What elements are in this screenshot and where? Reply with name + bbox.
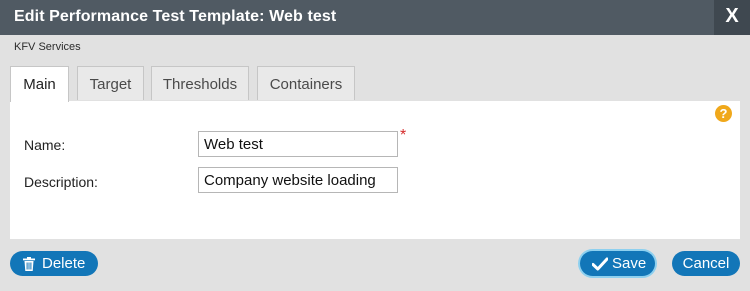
close-button[interactable]: X [714, 0, 750, 35]
tab-main[interactable]: Main [10, 66, 69, 102]
dialog-title: Edit Performance Test Template: Web test [14, 8, 337, 25]
delete-button[interactable]: Delete [10, 251, 98, 276]
tab-target[interactable]: Target [77, 66, 144, 100]
save-label: Save [612, 255, 647, 272]
cancel-button[interactable]: Cancel [672, 251, 740, 276]
main-tab-panel: ? Name: * Description: [10, 101, 740, 239]
description-label: Description: [24, 174, 98, 190]
checkmark-icon [592, 251, 608, 276]
name-input[interactable] [198, 131, 398, 157]
title-bar: Edit Performance Test Template: Web test… [0, 0, 750, 35]
required-indicator: * [400, 127, 407, 144]
tab-containers[interactable]: Containers [257, 66, 355, 100]
close-icon: X [725, 5, 739, 27]
tab-thresholds[interactable]: Thresholds [151, 66, 249, 100]
edit-template-dialog: Edit Performance Test Template: Web test… [0, 0, 750, 291]
description-input[interactable] [198, 167, 398, 193]
trash-icon [23, 251, 35, 276]
question-icon[interactable]: ? [715, 105, 732, 122]
breadcrumb: KFV Services [14, 41, 81, 53]
save-button[interactable]: Save [580, 251, 655, 276]
name-label: Name: [24, 137, 66, 153]
delete-label: Delete [42, 255, 86, 272]
